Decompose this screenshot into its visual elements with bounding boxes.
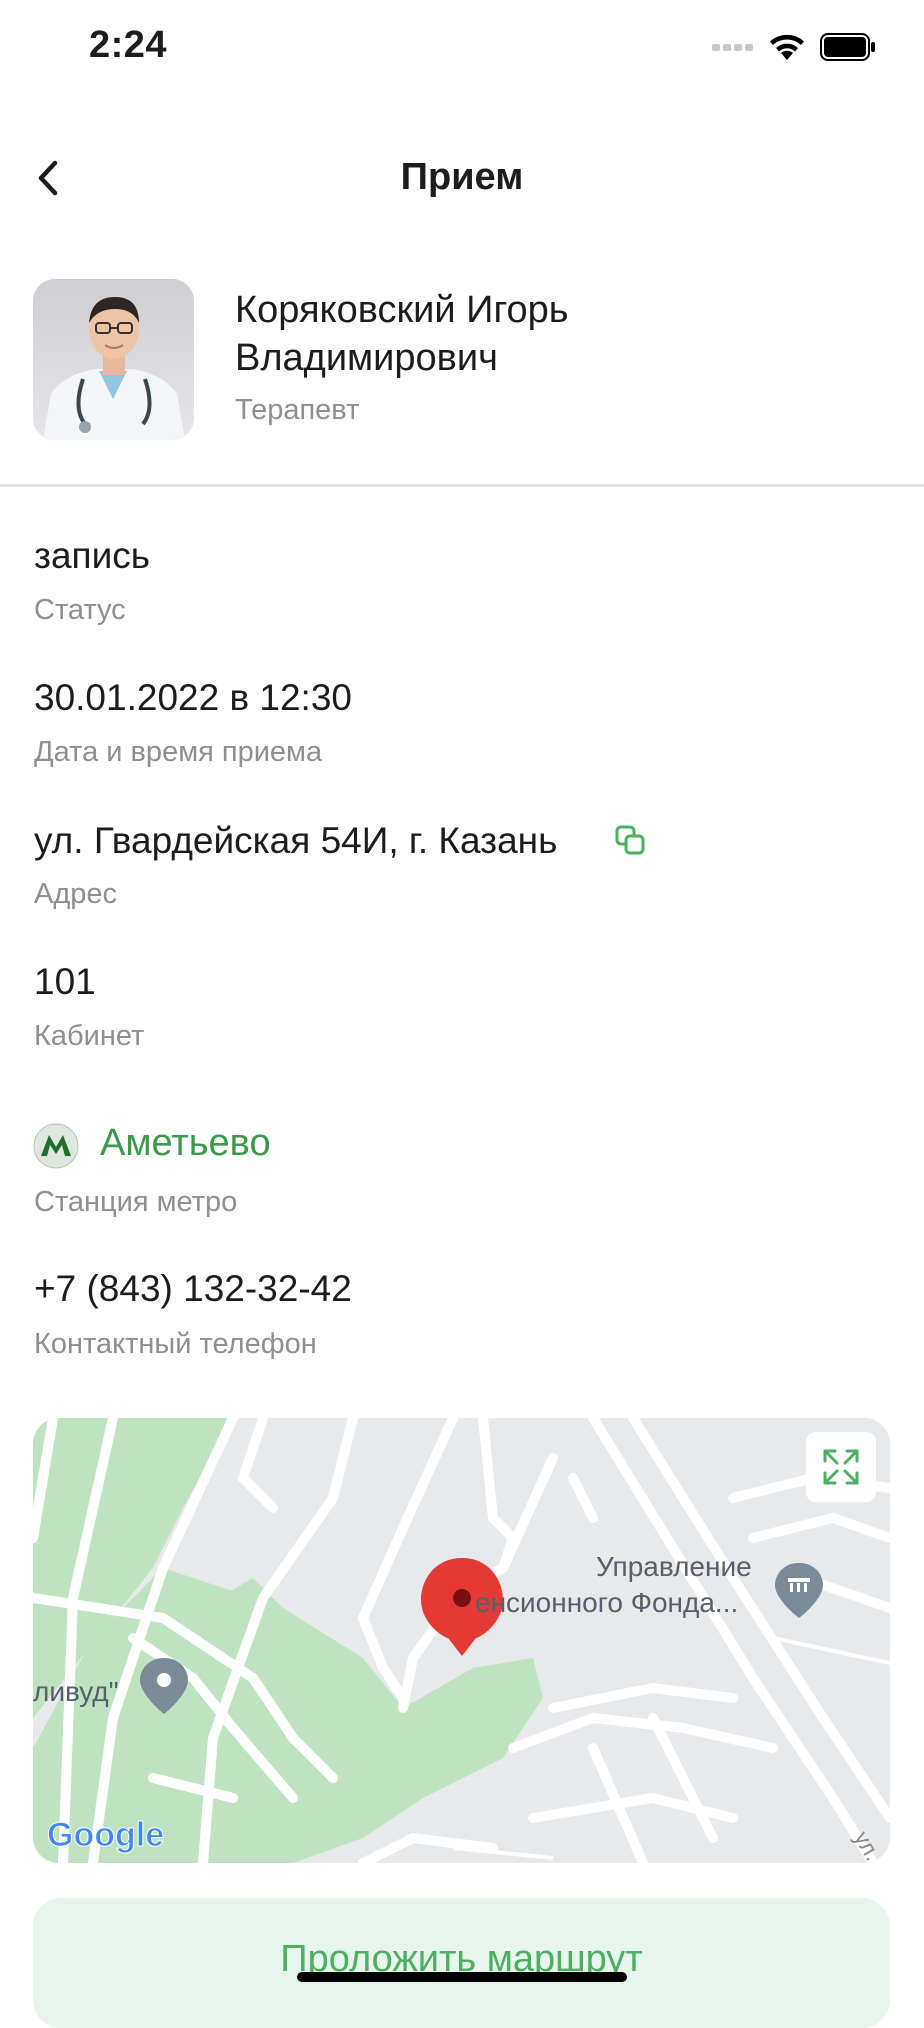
page-title: Прием <box>400 156 524 198</box>
doctor-specialty: Терапевт <box>235 394 360 426</box>
map-view[interactable]: Управление енсионного Фонда... ливуд" ул… <box>33 1418 890 1863</box>
signal-icon <box>712 44 753 51</box>
datetime-label: Дата и время приема <box>34 736 323 768</box>
doctor-name: Коряковский Игорь Владимирович <box>235 289 569 379</box>
battery-icon <box>820 33 875 61</box>
phone-value[interactable]: +7 (843) 132-32-42 <box>34 1268 352 1310</box>
copy-icon[interactable] <box>614 824 646 856</box>
home-indicator <box>297 1972 627 1982</box>
expand-map-button[interactable] <box>806 1432 876 1502</box>
build-route-button[interactable]: Проложить маршрут <box>33 1898 890 2028</box>
status-icons <box>712 32 876 62</box>
datetime-value: 30.01.2022 в 12:30 <box>34 677 352 718</box>
phone-label: Контактный телефон <box>34 1328 317 1360</box>
status-time: 2:24 <box>89 24 168 66</box>
map-poi-label-2: енсионного Фонда... <box>475 1587 738 1618</box>
address-label: Адрес <box>34 878 118 910</box>
cabinet-label: Кабинет <box>34 1020 145 1052</box>
metro-label: Станция метро <box>34 1186 238 1218</box>
divider <box>0 484 924 487</box>
status-label: Статус <box>34 594 126 626</box>
address-value[interactable]: ул. Гвардейская 54И, г. Казань <box>34 820 557 862</box>
doctor-avatar <box>33 279 194 440</box>
cabinet-value: 101 <box>34 961 96 1002</box>
metro-station-value: Аметьево <box>100 1122 271 1164</box>
map-poi-label-3: ливуд" <box>33 1676 119 1707</box>
wifi-icon <box>770 34 804 60</box>
metro-icon <box>33 1123 79 1169</box>
expand-icon <box>823 1449 859 1485</box>
status-value: запись <box>34 535 151 576</box>
google-logo: Google <box>47 1816 164 1854</box>
map-poi-label-1: Управление <box>596 1551 752 1582</box>
